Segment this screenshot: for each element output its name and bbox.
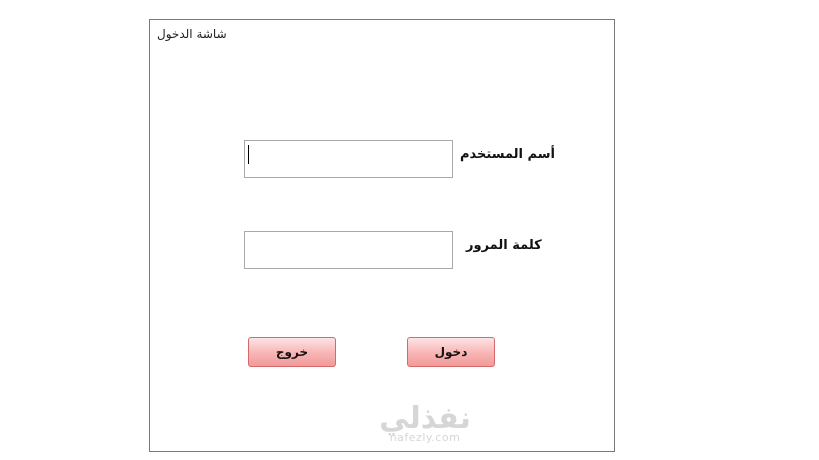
password-input[interactable] bbox=[244, 231, 453, 269]
username-input[interactable] bbox=[244, 140, 453, 178]
exit-button[interactable]: خروج bbox=[248, 337, 336, 367]
text-cursor bbox=[248, 145, 249, 164]
login-button[interactable]: دخول bbox=[407, 337, 495, 367]
username-label: أسم المستخدم bbox=[460, 147, 555, 162]
window-title: شاشة الدخول bbox=[157, 27, 227, 41]
password-label: كلمة المرور bbox=[466, 238, 542, 253]
